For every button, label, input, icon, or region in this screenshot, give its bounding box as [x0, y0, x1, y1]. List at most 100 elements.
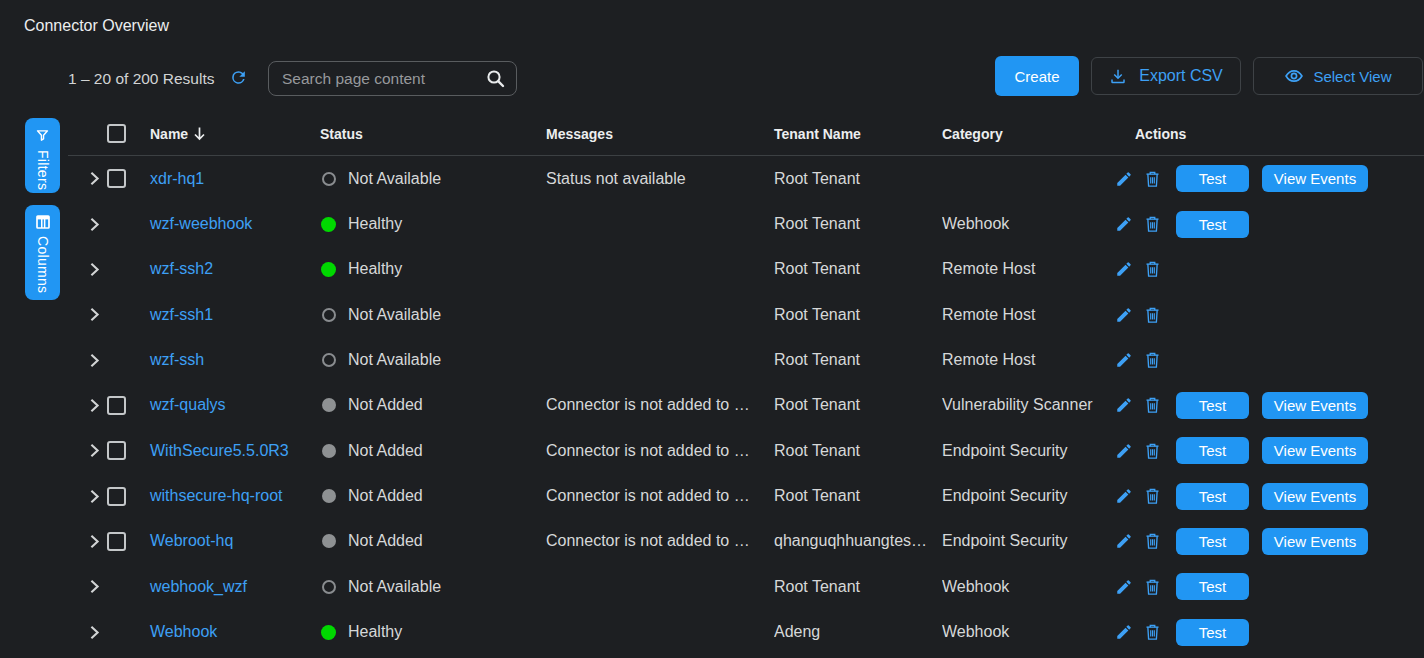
tenant-name-text: Root Tenant: [774, 578, 942, 596]
delete-button[interactable]: [1142, 441, 1162, 461]
edit-button[interactable]: [1114, 486, 1134, 506]
download-icon: [1109, 67, 1127, 85]
delete-button[interactable]: [1142, 214, 1162, 234]
edit-button[interactable]: [1114, 214, 1134, 234]
edit-button[interactable]: [1114, 577, 1134, 597]
row-checkbox[interactable]: [107, 169, 126, 188]
category-text: Endpoint Security: [942, 442, 1110, 460]
connector-name-link[interactable]: wzf-weebhook: [150, 215, 252, 232]
export-csv-button[interactable]: Export CSV: [1091, 57, 1241, 95]
row-checkbox[interactable]: [107, 396, 126, 415]
expand-row-chevron-icon[interactable]: [89, 489, 100, 504]
edit-button[interactable]: [1114, 531, 1134, 551]
edit-button[interactable]: [1114, 622, 1134, 642]
status-text: Not Available: [348, 351, 441, 369]
edit-button[interactable]: [1114, 169, 1134, 189]
delete-button[interactable]: [1142, 486, 1162, 506]
view-events-button[interactable]: View Events: [1262, 528, 1368, 555]
view-events-button[interactable]: View Events: [1262, 483, 1368, 510]
table-row: wzf-ssh2 Healthy Root Tenant Remote Host: [68, 247, 1424, 292]
tenant-name-text: Root Tenant: [774, 260, 942, 278]
test-button[interactable]: Test: [1176, 211, 1249, 238]
select-view-button[interactable]: Select View: [1253, 57, 1423, 95]
columns-tab[interactable]: Columns: [25, 205, 60, 300]
expand-row-chevron-icon[interactable]: [89, 579, 100, 594]
delete-button[interactable]: [1142, 577, 1162, 597]
expand-row-chevron-icon[interactable]: [89, 171, 100, 186]
status-text: Healthy: [348, 260, 402, 278]
table-row: withsecure-hq-root Not Added Connector i…: [68, 473, 1424, 518]
select-view-label: Select View: [1313, 68, 1391, 85]
connector-name-link[interactable]: wzf-ssh1: [150, 306, 213, 323]
test-button[interactable]: Test: [1176, 437, 1249, 464]
expand-row-chevron-icon[interactable]: [89, 353, 100, 368]
column-header-tenant[interactable]: Tenant Name: [774, 126, 942, 142]
column-header-status[interactable]: Status: [320, 126, 546, 142]
filters-tab[interactable]: Filters: [25, 118, 60, 193]
row-checkbox[interactable]: [107, 532, 126, 551]
delete-button[interactable]: [1142, 259, 1162, 279]
status-dot: [322, 398, 336, 412]
search-box: [268, 61, 517, 96]
test-button[interactable]: Test: [1176, 165, 1249, 192]
edit-button[interactable]: [1114, 395, 1134, 415]
column-header-name[interactable]: Name: [150, 126, 320, 142]
connector-name-link[interactable]: Webroot-hq: [150, 532, 233, 549]
status-dot: [322, 489, 336, 503]
view-events-button[interactable]: View Events: [1262, 165, 1368, 192]
connector-name-link[interactable]: webhook_wzf: [150, 578, 247, 595]
message-text: Status not available: [546, 170, 774, 188]
category-text: Webhook: [942, 578, 1110, 596]
search-icon: [486, 69, 517, 88]
connector-name-link[interactable]: wzf-ssh2: [150, 260, 213, 277]
delete-button[interactable]: [1142, 395, 1162, 415]
column-header-messages[interactable]: Messages: [546, 126, 774, 142]
connector-name-link[interactable]: withsecure-hq-root: [150, 487, 283, 504]
tenant-name-text: Root Tenant: [774, 306, 942, 324]
status-dot: [322, 308, 336, 322]
expand-row-chevron-icon[interactable]: [89, 534, 100, 549]
connector-name-link[interactable]: xdr-hq1: [150, 170, 204, 187]
status-text: Not Available: [348, 306, 441, 324]
connector-name-link[interactable]: wzf-qualys: [150, 396, 226, 413]
status-text: Not Added: [348, 396, 423, 414]
expand-row-chevron-icon[interactable]: [89, 398, 100, 413]
search-input[interactable]: [269, 62, 486, 95]
delete-button[interactable]: [1142, 531, 1162, 551]
table-row: xdr-hq1 Not Available Status not availab…: [68, 156, 1424, 201]
expand-row-chevron-icon[interactable]: [89, 625, 100, 640]
expand-row-chevron-icon[interactable]: [89, 262, 100, 277]
table-row: wzf-ssh Not Available Root Tenant Remote…: [68, 337, 1424, 382]
test-button[interactable]: Test: [1176, 573, 1249, 600]
expand-row-chevron-icon[interactable]: [89, 307, 100, 322]
delete-button[interactable]: [1142, 305, 1162, 325]
delete-button[interactable]: [1142, 169, 1162, 189]
edit-button[interactable]: [1114, 350, 1134, 370]
column-header-category[interactable]: Category: [942, 126, 1110, 142]
test-button[interactable]: Test: [1176, 392, 1249, 419]
test-button[interactable]: Test: [1176, 483, 1249, 510]
tenant-name-text: Adeng: [774, 623, 942, 641]
status-dot: [322, 444, 336, 458]
row-checkbox[interactable]: [107, 487, 126, 506]
edit-button[interactable]: [1114, 441, 1134, 461]
expand-row-chevron-icon[interactable]: [89, 443, 100, 458]
category-text: Webhook: [942, 215, 1110, 233]
select-all-checkbox[interactable]: [107, 124, 126, 143]
refresh-button[interactable]: [228, 69, 248, 89]
delete-button[interactable]: [1142, 622, 1162, 642]
connector-name-link[interactable]: Webhook: [150, 623, 217, 640]
status-text: Not Added: [348, 487, 423, 505]
view-events-button[interactable]: View Events: [1262, 392, 1368, 419]
test-button[interactable]: Test: [1176, 619, 1249, 646]
edit-button[interactable]: [1114, 259, 1134, 279]
create-button[interactable]: Create: [995, 56, 1079, 96]
connector-name-link[interactable]: wzf-ssh: [150, 351, 204, 368]
row-checkbox[interactable]: [107, 441, 126, 460]
connector-name-link[interactable]: WithSecure5.5.0R3: [150, 442, 289, 459]
edit-button[interactable]: [1114, 305, 1134, 325]
expand-row-chevron-icon[interactable]: [89, 217, 100, 232]
test-button[interactable]: Test: [1176, 528, 1249, 555]
delete-button[interactable]: [1142, 350, 1162, 370]
view-events-button[interactable]: View Events: [1262, 437, 1368, 464]
